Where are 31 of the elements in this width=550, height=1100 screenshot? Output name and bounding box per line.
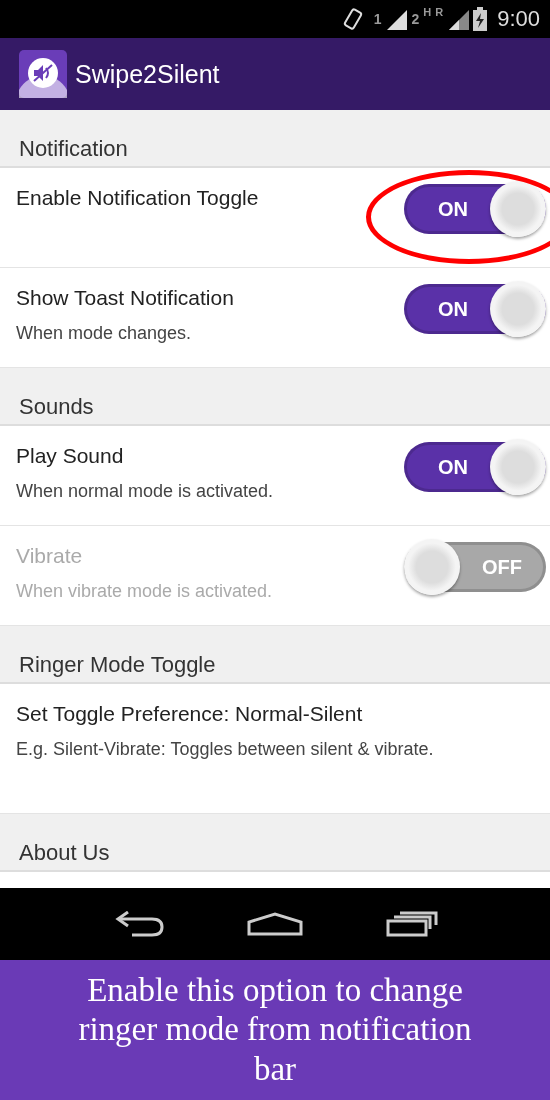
- sim-label: 1: [373, 11, 382, 27]
- app-logo-icon: [19, 50, 67, 98]
- setting-summary: When vibrate mode is activated.: [16, 581, 274, 602]
- setting-title: Vibrate: [16, 544, 84, 568]
- settings-row[interactable]: Enable Notification Toggle ON: [0, 168, 550, 268]
- setting-summary: E.g. Silent-Vibrate: Toggles between silent & vibrate.: [16, 739, 435, 760]
- home-icon[interactable]: [247, 912, 303, 936]
- section-header: About Us: [0, 814, 550, 872]
- toggle-switch[interactable]: ON: [404, 184, 546, 234]
- section-header: Notification: [0, 110, 550, 168]
- setting-summary: When mode changes.: [16, 323, 193, 344]
- setting-title: Set Toggle Preference: Normal-Silent: [16, 702, 364, 726]
- app-title: Swipe2Silent: [75, 59, 220, 89]
- setting-summary: When normal mode is activated.: [16, 481, 275, 502]
- network-type: H: [423, 6, 432, 18]
- setting-title: Show Toast Notification: [16, 286, 235, 310]
- recent-apps-icon[interactable]: [386, 911, 439, 937]
- setting-title: Enable Notification Toggle: [16, 186, 260, 210]
- sim-label: 2: [411, 11, 420, 27]
- toggle-switch[interactable]: ON: [404, 284, 546, 334]
- caption-text: Enable this option to change ringer mode from notification bar: [77, 970, 473, 1089]
- clock: 9:00: [497, 6, 540, 32]
- vibrate-icon: [341, 7, 364, 31]
- toggle-switch[interactable]: ON: [404, 442, 546, 492]
- battery-charging-icon: [473, 7, 488, 31]
- roaming-indicator: R: [435, 6, 444, 18]
- section-header: Sounds: [0, 368, 550, 426]
- setting-title: Play Sound: [16, 444, 125, 468]
- signal-icon: [385, 8, 408, 30]
- section-header: Ringer Mode Toggle: [0, 626, 550, 684]
- signal-icon: [447, 8, 470, 30]
